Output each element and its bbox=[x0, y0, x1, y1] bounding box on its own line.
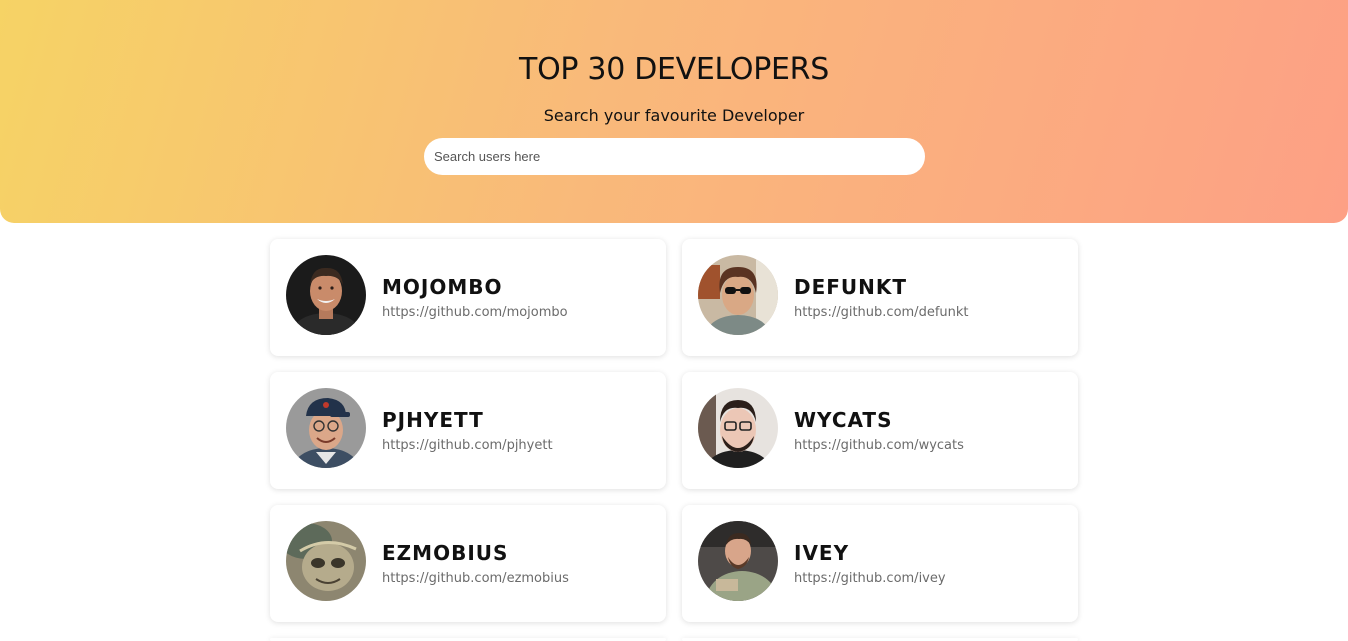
developer-name: DEFUNKT bbox=[794, 275, 908, 299]
avatar bbox=[698, 255, 778, 335]
avatar-photo-icon bbox=[698, 255, 778, 335]
developer-profile-link[interactable]: https://github.com/ivey bbox=[794, 571, 946, 586]
developer-profile-link[interactable]: https://github.com/defunkt bbox=[794, 305, 969, 320]
developer-profile-link[interactable]: https://github.com/mojombo bbox=[382, 305, 568, 320]
developer-name: EZMOBIUS bbox=[382, 541, 509, 565]
developer-card[interactable]: EZMOBIUS https://github.com/ezmobius bbox=[270, 505, 666, 622]
developer-card[interactable]: PJHYETT https://github.com/pjhyett bbox=[270, 372, 666, 489]
avatar bbox=[698, 388, 778, 468]
avatar-photo-icon bbox=[286, 255, 366, 335]
avatar-photo-icon bbox=[698, 388, 778, 468]
avatar-photo-icon bbox=[286, 521, 366, 601]
developer-profile-link[interactable]: https://github.com/pjhyett bbox=[382, 438, 553, 453]
avatar bbox=[286, 255, 366, 335]
avatar bbox=[286, 521, 366, 601]
developer-card[interactable]: DEFUNKT https://github.com/defunkt bbox=[682, 239, 1078, 356]
avatar bbox=[286, 388, 366, 468]
avatar bbox=[698, 521, 778, 601]
avatar-photo-icon bbox=[698, 521, 778, 601]
avatar-photo-icon bbox=[286, 388, 366, 468]
developer-name: WYCATS bbox=[794, 408, 893, 432]
developer-name: MOJOMBO bbox=[382, 275, 503, 299]
developer-name: IVEY bbox=[794, 541, 850, 565]
developer-grid: MOJOMBO https://github.com/mojombo DEFUN… bbox=[0, 0, 1348, 641]
developer-profile-link[interactable]: https://github.com/ezmobius bbox=[382, 571, 569, 586]
developer-card[interactable]: IVEY https://github.com/ivey bbox=[682, 505, 1078, 622]
developer-name: PJHYETT bbox=[382, 408, 484, 432]
developer-card[interactable]: MOJOMBO https://github.com/mojombo bbox=[270, 239, 666, 356]
developer-card[interactable]: WYCATS https://github.com/wycats bbox=[682, 372, 1078, 489]
developer-profile-link[interactable]: https://github.com/wycats bbox=[794, 438, 964, 453]
